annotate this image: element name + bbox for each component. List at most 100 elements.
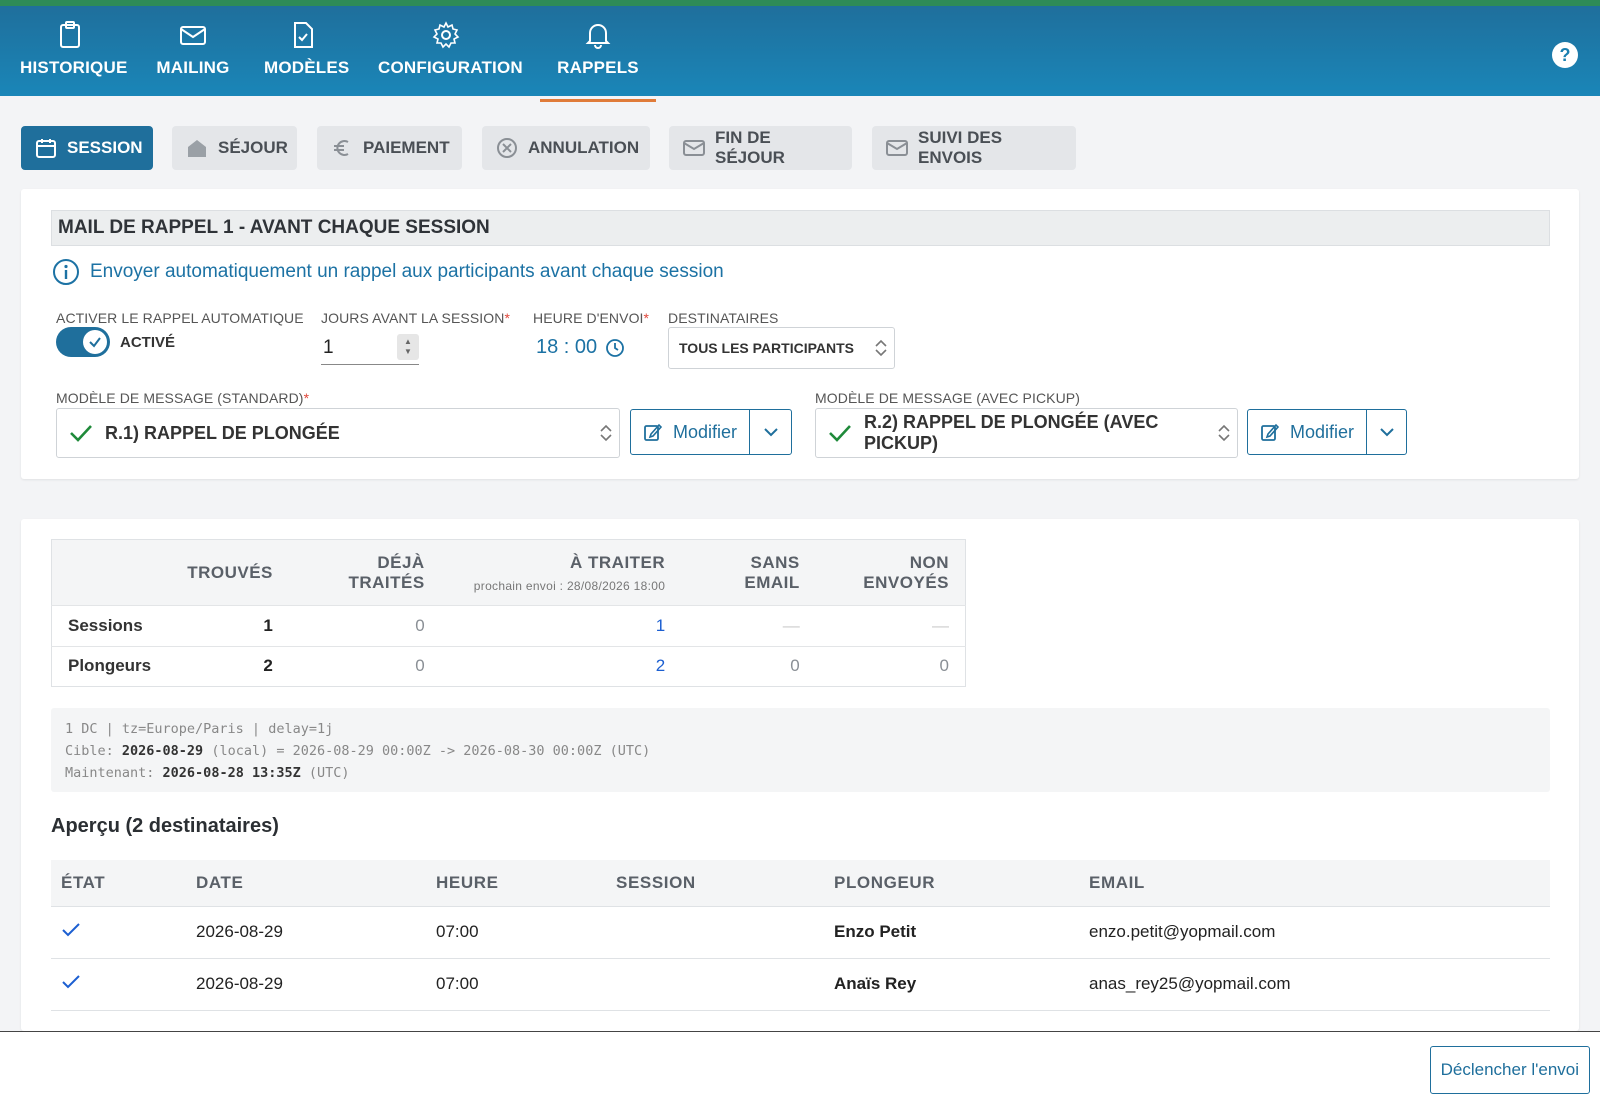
clipboard-icon <box>60 21 80 48</box>
status-cell <box>51 958 186 1011</box>
tab-label: SUIVI DES ENVOIS <box>918 128 1003 167</box>
check-icon <box>62 974 80 988</box>
modify-std-button[interactable]: Modifier <box>631 410 751 454</box>
section-title: MAIL DE RAPPEL 1 - AVANT CHAQUE SESSION <box>51 210 1550 246</box>
nav-item-mailing[interactable]: MAILING <box>156 20 230 102</box>
top-navigation: HISTORIQUE MAILING MODÈLES CONFIGURATION… <box>0 0 1600 102</box>
time-label: HEURE D'ENVOI* <box>533 310 650 326</box>
help-icon[interactable]: ? <box>1552 42 1578 68</box>
stats-table: TROUVÉS DÉJÀ TRAITÉS À TRAITER prochain e… <box>51 539 966 687</box>
clock-icon <box>606 338 625 357</box>
chevron-down-icon <box>763 428 778 437</box>
tab-label: PAIEMENT <box>363 138 450 157</box>
col-header: ÉTAT <box>51 860 186 907</box>
envelope-icon <box>886 140 908 156</box>
modify-label: Modifier <box>673 421 738 442</box>
done-cell: 0 <box>288 605 441 646</box>
recipients-label: DESTINATAIRES <box>668 310 779 326</box>
found-cell: 2 <box>171 645 289 687</box>
nav-item-historique[interactable]: HISTORIQUE <box>20 20 127 102</box>
modify-label: Modifier <box>1290 421 1355 442</box>
gear-icon <box>432 21 460 49</box>
envelope-icon <box>180 26 206 45</box>
calendar-icon <box>36 139 56 158</box>
tab-annulation[interactable]: ANNULATION <box>482 126 650 170</box>
envelope-icon <box>683 140 705 156</box>
info-icon <box>53 259 79 285</box>
cancel-circle-icon <box>497 138 517 158</box>
done-cell: 0 <box>288 645 441 687</box>
home-icon <box>188 140 206 157</box>
tab-fin-de-sejour[interactable]: FIN DE SÉJOUR <box>669 126 852 170</box>
nav-item-rappels[interactable]: RAPPELS <box>540 20 656 102</box>
time-cell: 07:00 <box>426 906 606 959</box>
auto-reminder-toggle[interactable] <box>56 327 110 357</box>
template-pickup-value: R.2) RAPPEL DE PLONGÉE (AVEC PICKUP) <box>863 412 1159 453</box>
template-pickup-label: MODÈLE DE MESSAGE (AVEC PICKUP) <box>815 390 1081 406</box>
nav-item-modeles[interactable]: MODÈLES <box>264 20 349 102</box>
modify-std-button-group: Modifier <box>630 409 792 455</box>
no-email-cell: — <box>681 605 816 646</box>
nav-label: RAPPELS <box>557 58 639 77</box>
table-row: Plongeurs 2 0 2 0 0 <box>51 645 966 687</box>
table-row: 2026-08-29 07:00 Anaïs Rey anas_rey25@yo… <box>51 958 1550 1011</box>
session-cell <box>606 906 824 959</box>
days-stepper[interactable]: ▲ ▼ <box>397 334 419 360</box>
tab-session[interactable]: SESSION <box>21 126 153 170</box>
template-pickup-select[interactable]: R.2) RAPPEL DE PLONGÉE (AVEC PICKUP) <box>815 408 1238 458</box>
stats-header: À TRAITER prochain envoi : 28/08/2026 18:… <box>440 539 682 606</box>
todo-cell[interactable]: 1 <box>440 605 682 646</box>
stats-header: SANS EMAIL <box>681 539 816 606</box>
todo-cell[interactable]: 2 <box>440 645 682 687</box>
toggle-label: ACTIVER LE RAPPEL AUTOMATIQUE <box>56 310 304 326</box>
stats-header: DÉJÀ TRAITÉS <box>288 539 441 606</box>
no-email-cell: 0 <box>681 645 816 687</box>
status-cell <box>51 906 186 959</box>
sort-arrows-icon <box>875 339 887 357</box>
email-cell: anas_rey25@yopmail.com <box>1079 958 1550 1011</box>
col-header: EMAIL <box>1079 860 1550 907</box>
stats-header-row: TROUVÉS DÉJÀ TRAITÉS À TRAITER prochain e… <box>51 539 966 606</box>
euro-icon <box>334 140 349 156</box>
date-cell: 2026-08-29 <box>186 958 426 1011</box>
row-label: Plongeurs <box>51 645 172 687</box>
nav-label: CONFIGURATION <box>378 58 523 77</box>
col-header: PLONGEUR <box>824 860 1079 907</box>
tab-paiement[interactable]: PAIEMENT <box>317 126 462 170</box>
col-header: HEURE <box>426 860 606 907</box>
not-sent-cell: — <box>815 605 966 646</box>
debug-info: 1 DC | tz=Europe/Paris | delay=1j Cible:… <box>51 708 1550 792</box>
info-message: Envoyer automatiquement un rappel aux pa… <box>52 258 724 286</box>
tab-label: ANNULATION <box>528 138 640 157</box>
tab-label: SÉJOUR <box>218 138 288 157</box>
tab-label: FIN DE SÉJOUR <box>715 128 785 167</box>
modify-pickup-button[interactable]: Modifier <box>1248 410 1368 454</box>
not-sent-cell: 0 <box>815 645 966 687</box>
stats-header <box>51 539 172 606</box>
tab-sejour[interactable]: SÉJOUR <box>172 126 297 170</box>
tab-suivi-des-envois[interactable]: SUIVI DES ENVOIS <box>872 126 1076 170</box>
email-cell: enzo.petit@yopmail.com <box>1079 906 1550 959</box>
debug-line: Cible: 2026-08-29 (local) = 2026-08-29 0… <box>65 743 651 759</box>
edit-icon <box>1261 423 1280 441</box>
edit-icon <box>644 423 663 441</box>
recipients-select[interactable]: TOUS LES PARTICIPANTS <box>668 327 895 369</box>
modify-std-dropdown[interactable] <box>750 410 791 454</box>
table-row: 2026-08-29 07:00 Enzo Petit enzo.petit@y… <box>51 906 1550 959</box>
time-input[interactable]: 18 : 00 <box>536 336 625 359</box>
stats-header: NON ENVOYÉS <box>815 539 966 606</box>
col-header: DATE <box>186 860 426 907</box>
preview-title: Aperçu (2 destinataires) <box>51 815 279 837</box>
diver-cell: Anaïs Rey <box>824 958 1079 1011</box>
check-icon <box>62 922 80 936</box>
check-icon <box>829 425 851 442</box>
preview-table: ÉTAT DATE HEURE SESSION PLONGEUR EMAIL 2… <box>51 860 1550 1011</box>
next-send: prochain envoi : 28/08/2026 18:00 <box>473 578 666 593</box>
template-std-select[interactable]: R.1) RAPPEL DE PLONGÉE <box>56 408 620 458</box>
nav-item-configuration[interactable]: CONFIGURATION <box>378 20 523 102</box>
chevron-down-icon <box>1379 428 1394 437</box>
modify-pickup-dropdown[interactable] <box>1367 410 1406 454</box>
trigger-send-button[interactable]: Déclencher l'envoi <box>1429 1046 1590 1094</box>
tab-label: SESSION <box>67 138 143 157</box>
modify-pickup-button-group: Modifier <box>1247 409 1407 455</box>
